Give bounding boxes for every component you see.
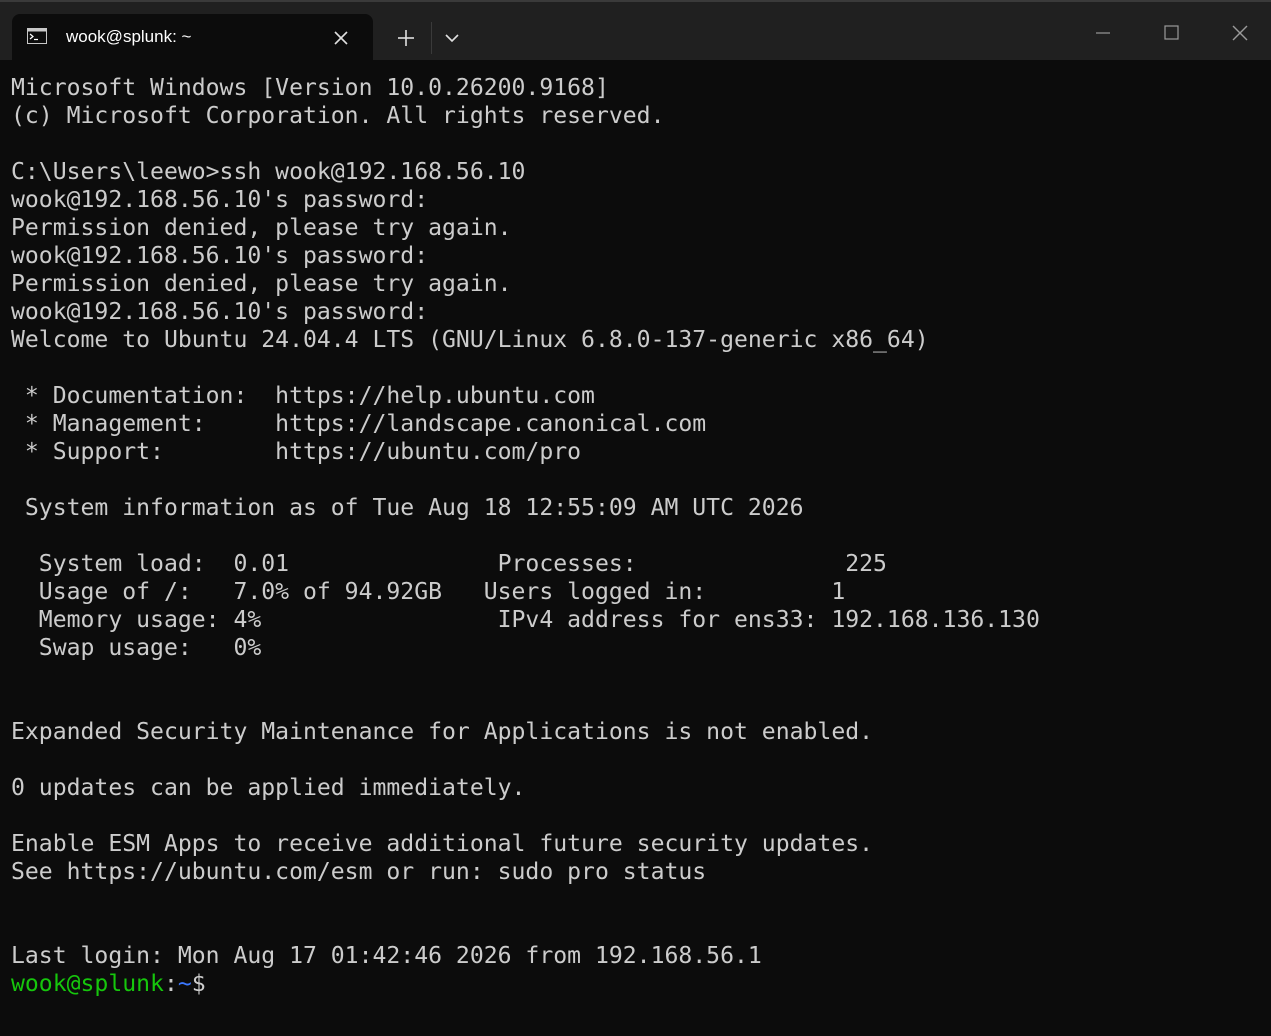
terminal-line: * Management: https://landscape.canonica… — [11, 411, 707, 437]
terminal-line: C:\Users\leewo>ssh wook@192.168.56.10 — [11, 159, 526, 185]
terminal-line: System load: 0.01 Processes: 225 — [11, 551, 887, 577]
terminal-line: Permission denied, please try again. — [11, 271, 512, 297]
terminal-icon — [27, 28, 47, 44]
tab-separator — [431, 22, 432, 54]
tab-title: wook@splunk: ~ — [66, 27, 192, 46]
terminal-line: Welcome to Ubuntu 24.04.4 LTS (GNU/Linux… — [11, 327, 929, 353]
terminal-line: Microsoft Windows [Version 10.0.26200.91… — [11, 75, 609, 101]
terminal-line: 0 updates can be applied immediately. — [11, 775, 526, 801]
terminal-line: * Support: https://ubuntu.com/pro — [11, 439, 582, 465]
terminal-line: Enable ESM Apps to receive additional fu… — [11, 831, 874, 857]
terminal-line: Swap usage: 0% — [11, 635, 262, 661]
terminal-line: System information as of Tue Aug 18 12:5… — [11, 495, 804, 521]
terminal-line: Usage of /: 7.0% of 94.92GB Users logged… — [11, 579, 846, 605]
title-bar: wook@splunk: ~ — [0, 0, 1271, 62]
terminal-line: Permission denied, please try again. — [11, 215, 512, 241]
tab-ssh-session[interactable]: wook@splunk: ~ — [12, 14, 373, 62]
prompt-path: ~ — [177, 971, 192, 997]
minimize-icon[interactable] — [1080, 16, 1126, 52]
terminal-line: Memory usage: 4% IPv4 address for ens33:… — [11, 607, 1040, 633]
terminal-window: wook@splunk: ~ Microsoft Windows [Versio… — [0, 0, 1271, 1036]
close-tab-icon[interactable] — [330, 27, 352, 49]
terminal-line: wook@192.168.56.10's password: — [11, 243, 429, 269]
terminal-line: wook@192.168.56.10's password: — [11, 187, 429, 213]
prompt-symbol: $ — [191, 971, 206, 997]
terminal-line: Expanded Security Maintenance for Applic… — [11, 719, 874, 745]
terminal-line: See https://ubuntu.com/esm or run: sudo … — [11, 859, 707, 885]
chevron-down-icon[interactable] — [438, 24, 466, 52]
terminal-line: Last login: Mon Aug 17 01:42:46 2026 fro… — [11, 943, 762, 969]
terminal-line: wook@192.168.56.10's password: — [11, 299, 429, 325]
close-window-icon[interactable] — [1217, 16, 1263, 52]
terminal-line: (c) Microsoft Corporation. All rights re… — [11, 103, 665, 129]
terminal-line: * Documentation: https://help.ubuntu.com — [11, 383, 595, 409]
maximize-icon[interactable] — [1148, 16, 1194, 52]
shell-prompt[interactable]: wook@splunk:~$ — [11, 970, 206, 998]
prompt-user-host: wook@splunk — [11, 971, 164, 997]
prompt-separator: : — [163, 971, 178, 997]
terminal-output[interactable]: Microsoft Windows [Version 10.0.26200.91… — [0, 60, 1271, 1036]
new-tab-plus-icon[interactable] — [392, 24, 420, 52]
